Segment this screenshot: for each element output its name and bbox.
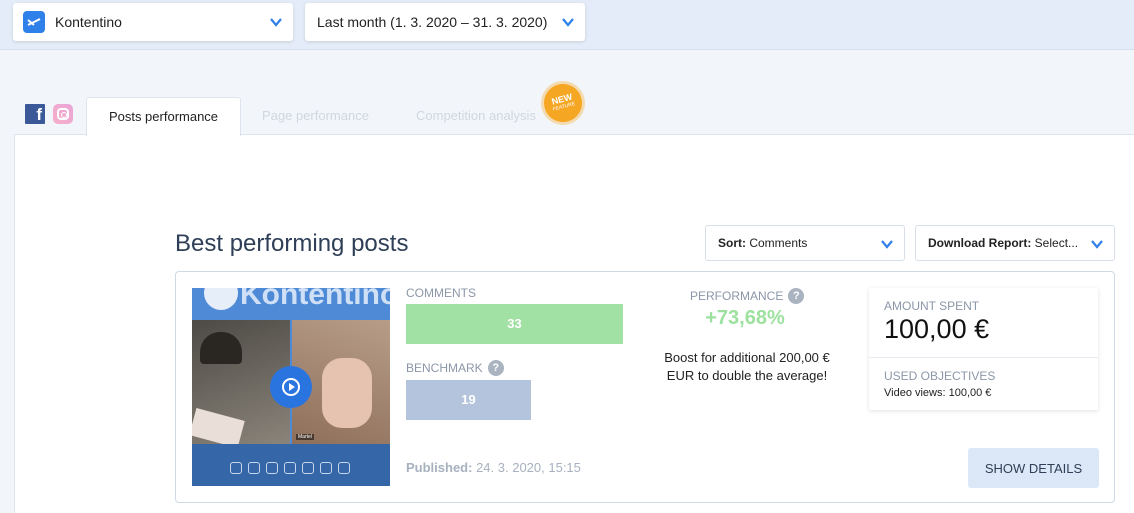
published-info: Published: 24. 3. 2020, 15:15 <box>406 460 581 475</box>
show-details-button[interactable]: SHOW DETAILS <box>968 448 1099 488</box>
video-control-people <box>320 462 332 474</box>
benchmark-bar: 19 <box>406 380 531 420</box>
boost-text: Boost for additional 200,00 € EUR to dou… <box>664 350 830 383</box>
chevron-down-icon <box>881 240 893 249</box>
chevron-down-icon <box>1091 240 1103 249</box>
video-control-chat <box>302 462 314 474</box>
amount-spent-label: AMOUNT SPENT <box>884 299 980 313</box>
chevron-down-icon <box>270 18 282 27</box>
performance-label: PERFORMANCE ? <box>690 288 805 304</box>
divider <box>869 357 1098 358</box>
date-range-select[interactable]: Last month (1. 3. 2020 – 31. 3. 2020) <box>305 3 585 41</box>
sort-dropdown[interactable]: Sort: Comments <box>705 225 905 261</box>
new-feature-badge: NEW FEATURE <box>539 79 587 127</box>
published-value: 24. 3. 2020, 15:15 <box>476 460 581 475</box>
tab-competition-analysis[interactable]: Competition analysis <box>416 97 536 135</box>
chevron-down-icon <box>562 18 574 27</box>
used-objectives-value: Video views: 100,00 € <box>884 387 992 399</box>
help-icon[interactable]: ? <box>487 360 504 376</box>
kontentino-logo-icon <box>23 11 45 33</box>
video-hand <box>322 358 372 428</box>
account-select-value: Kontentino <box>55 14 122 30</box>
video-control-record <box>284 462 296 474</box>
video-control-leave <box>338 462 350 474</box>
video-control-mic <box>248 462 260 474</box>
video-name-tag: Martel <box>296 434 314 440</box>
sort-value: Comments <box>749 236 808 250</box>
performance-label-text: PERFORMANCE <box>690 289 784 303</box>
report-label: Download Report: <box>928 236 1032 250</box>
report-value: Select... <box>1034 236 1079 250</box>
instagram-icon[interactable] <box>53 104 73 124</box>
video-lamp <box>200 332 242 364</box>
tab-posts-performance[interactable]: Posts performance <box>86 97 241 136</box>
benchmark-label-text: BENCHMARK <box>406 361 483 375</box>
video-control-cam <box>230 462 242 474</box>
performance-value: +73,68% <box>705 307 785 329</box>
published-label: Published: <box>406 460 473 475</box>
account-select[interactable]: Kontentino <box>13 3 293 41</box>
download-report-dropdown[interactable]: Download Report: Select... <box>915 225 1115 261</box>
comments-bar: 33 <box>406 304 623 344</box>
thumbnail-brand: Kontentino <box>240 288 390 311</box>
amount-spent-value: 100,00 € <box>884 314 990 344</box>
facebook-icon[interactable]: f <box>25 104 45 124</box>
help-icon[interactable]: ? <box>788 288 805 304</box>
post-thumbnail[interactable]: Kontentino Martel <box>192 288 390 486</box>
date-range-value: Last month (1. 3. 2020 – 31. 3. 2020) <box>317 14 548 30</box>
play-icon[interactable] <box>270 366 312 408</box>
video-control-share <box>266 462 278 474</box>
benchmark-label: BENCHMARK ? <box>406 360 504 376</box>
sort-label: Sort: <box>718 236 746 250</box>
comments-label: COMMENTS <box>406 286 476 300</box>
used-objectives-label: USED OBJECTIVES <box>884 369 996 383</box>
tab-page-performance[interactable]: Page performance <box>262 97 369 135</box>
section-title: Best performing posts <box>175 230 409 257</box>
